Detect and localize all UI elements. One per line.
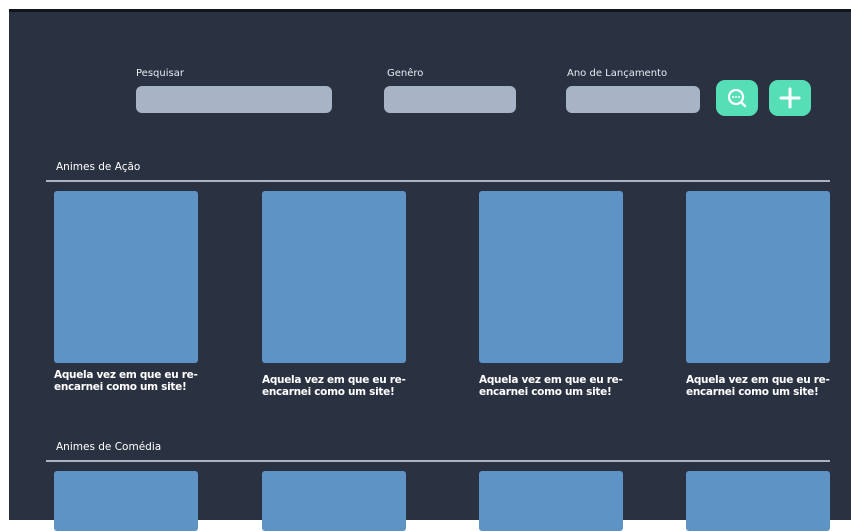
anime-card-title[interactable]: Aquela vez em que eu re- encarnei como u… <box>479 374 629 398</box>
plus-icon <box>779 87 801 109</box>
anime-card-cover[interactable] <box>54 191 198 363</box>
search-label: Pesquisar <box>136 68 184 79</box>
add-button[interactable] <box>769 80 811 116</box>
top-border <box>9 9 851 12</box>
anime-card-cover[interactable] <box>262 471 406 531</box>
section-divider <box>46 460 830 462</box>
anime-card-cover[interactable] <box>686 471 830 531</box>
year-select[interactable] <box>566 86 700 113</box>
anime-card-cover[interactable] <box>686 191 830 363</box>
section-title-comedy: Animes de Comédia <box>56 441 162 453</box>
anime-card-cover[interactable] <box>479 191 623 363</box>
anime-card-title[interactable]: Aquela vez em que eu re- encarnei como u… <box>54 369 204 393</box>
genre-select[interactable] <box>384 86 516 113</box>
section-title-action: Animes de Ação <box>56 161 141 173</box>
section-divider <box>46 180 830 182</box>
anime-card-title[interactable]: Aquela vez em que eu re- encarnei como u… <box>262 374 412 398</box>
anime-card-cover[interactable] <box>479 471 623 531</box>
search-icon <box>727 88 747 108</box>
anime-card-title[interactable]: Aquela vez em que eu re- encarnei como u… <box>686 374 836 398</box>
year-label: Ano de Lançamento <box>567 68 668 79</box>
anime-card-cover[interactable] <box>262 191 406 363</box>
anime-card-cover[interactable] <box>54 471 198 531</box>
genre-label: Genêro <box>387 68 424 79</box>
search-input[interactable] <box>136 86 332 113</box>
search-button[interactable] <box>716 80 758 116</box>
